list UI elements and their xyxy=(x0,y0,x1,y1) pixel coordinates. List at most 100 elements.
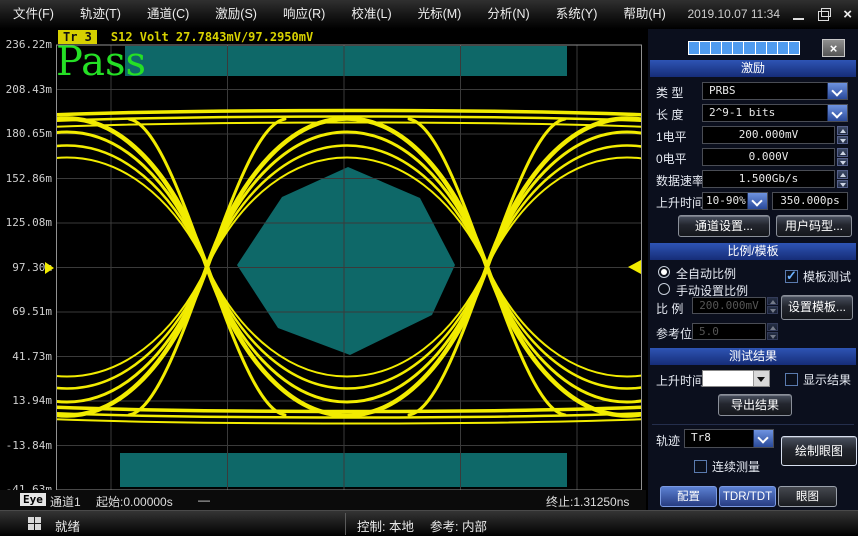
trace-select-dropdown[interactable]: Tr8 xyxy=(684,429,774,448)
reference-level-marker-right-icon xyxy=(628,260,641,274)
progress-bar xyxy=(688,41,800,55)
chevron-down-icon[interactable] xyxy=(747,193,767,209)
panel-divider xyxy=(652,424,854,425)
data-rate-label: 数据速率 xyxy=(656,172,704,189)
mask-test-checkbox[interactable] xyxy=(785,270,798,283)
mask-top-region xyxy=(125,46,567,76)
chevron-down-icon[interactable] xyxy=(827,105,847,121)
auto-scale-label: 全自动比例 xyxy=(676,265,736,282)
continuous-checkbox-group[interactable]: 连续测量 xyxy=(694,458,760,475)
tab-config[interactable]: 配置 xyxy=(660,486,717,507)
ref-position-field: 5.0 xyxy=(692,323,766,340)
y-axis-tick: 152.86m xyxy=(0,172,52,185)
mask-test-label: 模板测试 xyxy=(803,268,851,285)
tab-tdr-tdt[interactable]: TDR/TDT xyxy=(719,486,776,507)
type-dropdown[interactable]: PRBS xyxy=(702,82,848,100)
zero-level-stepper[interactable] xyxy=(837,148,848,166)
reference-status: 参考: 内部 xyxy=(430,516,487,535)
continuous-measure-checkbox[interactable] xyxy=(694,460,707,473)
start-time-label: 起始:0.00000s xyxy=(96,493,173,510)
menu-item[interactable]: 系统(Y) xyxy=(543,0,611,29)
draw-eye-button[interactable]: 绘制眼图 xyxy=(781,436,857,466)
auto-scale-radio[interactable] xyxy=(658,266,670,278)
application-window: 文件(F)轨迹(T)通道(C)激励(S)响应(R)校准(L)光标(M)分析(N)… xyxy=(0,0,858,536)
result-select-dropdown[interactable] xyxy=(702,370,770,387)
control-panel: × 激励 类 型 PRBS 长 度 2^9-1 bits 1电平 200.000… xyxy=(648,29,858,510)
y-axis-tick: -13.84m xyxy=(0,439,52,452)
one-level-label: 1电平 xyxy=(656,128,687,145)
manual-scale-radio[interactable] xyxy=(658,283,670,295)
menu-item[interactable]: 帮助(H) xyxy=(610,0,678,29)
menu-item[interactable]: 文件(F) xyxy=(0,0,67,29)
one-level-stepper[interactable] xyxy=(837,126,848,144)
menu-item[interactable]: 激励(S) xyxy=(202,0,270,29)
scale-stepper xyxy=(767,297,778,314)
scale-mask-section-header: 比例/模板 xyxy=(650,243,856,260)
restore-icon[interactable] xyxy=(818,11,829,21)
menu-item[interactable]: 轨迹(T) xyxy=(67,0,134,29)
y-axis-tick: 41.73m xyxy=(0,350,52,363)
data-rate-stepper[interactable] xyxy=(837,170,848,188)
control-status: 控制: 本地 xyxy=(357,516,414,535)
y-axis-tick: 236.22m xyxy=(0,38,52,51)
chevron-down-icon[interactable] xyxy=(827,83,847,99)
type-value: PRBS xyxy=(703,83,827,99)
grid-icon[interactable] xyxy=(28,517,41,530)
y-axis-tick: 208.43m xyxy=(0,83,52,96)
footer-dash: — xyxy=(198,493,210,507)
scale-label: 比 例 xyxy=(656,300,683,317)
user-pattern-button[interactable]: 用户码型... xyxy=(776,215,852,237)
results-section-header: 测试结果 xyxy=(650,348,856,365)
mode-badge: Eye xyxy=(20,493,46,506)
stop-time-label: 终止:1.31250ns xyxy=(546,493,629,510)
plot-footer: Eye 通道1 起始:0.00000s — 终止:1.31250ns xyxy=(0,490,646,510)
clock: 2019.10.07 11:34 xyxy=(687,0,780,29)
scale-field: 200.000mV xyxy=(692,297,766,314)
channel-label: 通道1 xyxy=(50,493,81,510)
zero-level-field[interactable]: 0.000V xyxy=(702,148,835,166)
set-mask-button[interactable]: 设置模板... xyxy=(781,295,853,320)
data-rate-field[interactable]: 1.500Gb/s xyxy=(702,170,835,188)
menu-item[interactable]: 通道(C) xyxy=(134,0,202,29)
status-bar: 就绪 控制: 本地 参考: 内部 xyxy=(0,510,858,536)
close-icon[interactable]: × xyxy=(843,0,852,29)
result-rise-time-label: 上升时间 xyxy=(656,372,704,389)
ready-status: 就绪 xyxy=(55,516,80,535)
trace-select-label: 轨迹 xyxy=(656,432,680,449)
show-results-checkbox[interactable] xyxy=(785,373,798,386)
statusbar-divider xyxy=(345,513,346,535)
chevron-down-icon[interactable] xyxy=(753,430,773,447)
rise-time-label: 上升时间 xyxy=(656,194,704,211)
y-axis-tick: 69.51m xyxy=(0,305,52,318)
length-value: 2^9-1 bits xyxy=(703,105,827,121)
rise-time-range-value: 10-90% xyxy=(703,193,747,209)
menu-item[interactable]: 光标(M) xyxy=(405,0,475,29)
chevron-down-icon[interactable] xyxy=(753,371,769,386)
menu-bar: 文件(F)轨迹(T)通道(C)激励(S)响应(R)校准(L)光标(M)分析(N)… xyxy=(0,0,858,29)
channel-setup-button[interactable]: 通道设置... xyxy=(678,215,770,237)
type-label: 类 型 xyxy=(656,84,683,101)
eye-diagram-plot[interactable] xyxy=(56,29,642,491)
trace-select-value: Tr8 xyxy=(685,430,753,447)
reference-level-marker-icon xyxy=(45,262,54,274)
rise-time-range-dropdown[interactable]: 10-90% xyxy=(702,192,768,210)
length-dropdown[interactable]: 2^9-1 bits xyxy=(702,104,848,122)
result-select-value xyxy=(703,371,753,386)
minimize-icon[interactable] xyxy=(793,18,804,20)
continuous-measure-label: 连续测量 xyxy=(712,458,760,475)
mask-test-pass-label: Pass xyxy=(56,42,146,82)
menu-item[interactable]: 校准(L) xyxy=(338,0,404,29)
mask-test-checkbox-group[interactable]: 模板测试 xyxy=(785,268,851,285)
window-controls: × xyxy=(793,0,852,29)
menu-item[interactable]: 分析(N) xyxy=(474,0,542,29)
tab-eye[interactable]: 眼图 xyxy=(778,486,837,507)
menu-item[interactable]: 响应(R) xyxy=(270,0,338,29)
one-level-field[interactable]: 200.000mV xyxy=(702,126,835,144)
panel-close-icon[interactable]: × xyxy=(822,39,845,57)
length-label: 长 度 xyxy=(656,106,683,123)
ref-position-stepper xyxy=(767,323,778,340)
export-results-button[interactable]: 导出结果 xyxy=(718,394,792,416)
zero-level-label: 0电平 xyxy=(656,150,687,167)
rise-time-field[interactable]: 350.000ps xyxy=(772,192,848,210)
show-results-checkbox-group[interactable]: 显示结果 xyxy=(785,371,851,388)
